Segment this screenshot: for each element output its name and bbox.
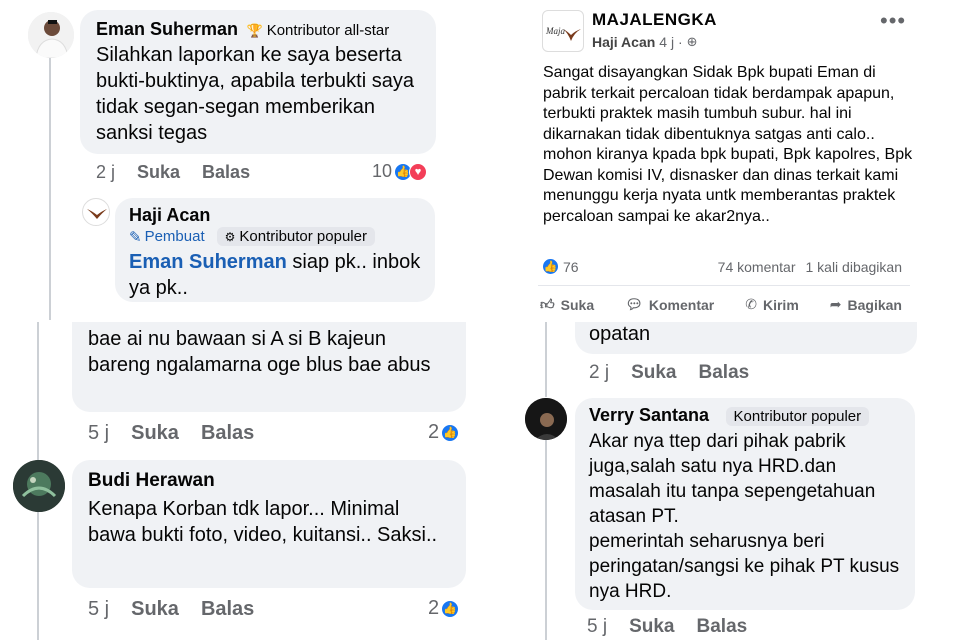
- share-arrow-icon: ➦: [829, 296, 842, 312]
- post-actions: 👍︎ Suka 💬︎ Komentar ✆ Kirim ➦ Bagikan: [540, 296, 902, 313]
- share-action-label: Bagikan: [847, 296, 902, 313]
- thread-line: [49, 58, 51, 320]
- like-action-button[interactable]: 👍︎ Suka: [540, 296, 594, 313]
- comment-bubble: bae ai nu bawaan si A si B kajeun bareng…: [72, 322, 466, 412]
- comment-action-label: Komentar: [648, 296, 715, 313]
- more-options-icon[interactable]: •••: [880, 8, 906, 34]
- reply-text: Eman Suherman siap pk.. inbok ya pk..: [129, 249, 421, 301]
- reaction-summary[interactable]: 2 👍: [428, 597, 460, 620]
- like-button[interactable]: Suka: [131, 598, 179, 621]
- share-count[interactable]: 1 kali dibagikan: [805, 259, 902, 275]
- reply-bubble: Haji Acan ✎ Pembuat ⚙ Kontributor popule…: [115, 198, 435, 302]
- creator-badge: ✎ Pembuat: [129, 227, 205, 246]
- reaction-summary[interactable]: 10 👍 ♥: [372, 161, 428, 182]
- comment-text: Kenapa Korban tdk lapor... Minimal bawa …: [88, 498, 438, 546]
- comment-action-button[interactable]: 💬︎ Komentar: [625, 296, 714, 313]
- like-button[interactable]: Suka: [131, 422, 179, 445]
- comment-meta: 5 j Suka Balas: [587, 616, 747, 638]
- heart-icon: ♥: [409, 162, 428, 181]
- logo-text: Maja: [546, 26, 565, 36]
- post-body: Sangat disayangkan Sidak Bpk bupati Eman…: [543, 64, 913, 225]
- panel-bottom-right: opatan 2 j Suka Balas Verry Santana Kont…: [500, 322, 960, 640]
- pencil-icon: ✎: [129, 228, 142, 246]
- avatar-eman-suherman[interactable]: [28, 12, 74, 58]
- comment-author[interactable]: Eman Suherman: [96, 19, 238, 39]
- avatar-haji-acan[interactable]: [82, 198, 110, 226]
- panel-post: Maja MAJALENGKA Haji Acan 4 j · ⊕ ••• Sa…: [530, 0, 960, 322]
- comment-meta: 5 j Suka Balas: [88, 598, 254, 621]
- comment-bubble: opatan: [575, 322, 917, 354]
- badge-label: Kontributor populer: [239, 228, 367, 245]
- like-count: 76: [563, 258, 579, 275]
- contributor-badge: ⚙ Kontributor populer: [216, 227, 375, 246]
- reply-button[interactable]: Balas: [201, 598, 254, 621]
- like-icon: 👍: [441, 599, 460, 618]
- reaction-count: 2: [428, 597, 440, 619]
- like-icon: 👍: [542, 258, 559, 275]
- thread-line: [545, 440, 547, 640]
- thread-line: [545, 322, 547, 397]
- post-header: MAJALENGKA Haji Acan 4 j · ⊕: [592, 10, 717, 50]
- like-button[interactable]: Suka: [137, 162, 180, 183]
- reaction-count: 10: [372, 161, 393, 181]
- contributor-badge: 🏆 Kontributor all-star: [247, 22, 390, 39]
- panel-bottom-left: bae ai nu bawaan si A si B kajeun bareng…: [0, 322, 480, 640]
- comment-time[interactable]: 5 j: [587, 616, 607, 638]
- comment-bubble: Verry Santana Kontributor populer Akar n…: [575, 398, 915, 610]
- trophy-icon: 🏆: [246, 22, 263, 38]
- send-action-label: Kirim: [762, 296, 799, 313]
- avatar-verry-santana[interactable]: [525, 398, 567, 440]
- comment-text-2: pemerintah seharusnya beri peringatan/sa…: [589, 531, 900, 603]
- comment-bubble-icon: 💬︎: [625, 296, 643, 312]
- globe-icon: ⊕: [686, 34, 698, 49]
- comment-meta: 5 j Suka Balas: [88, 422, 254, 445]
- panel-top-left: Eman Suherman 🏆 Kontributor all-star Sil…: [0, 0, 470, 322]
- post-author[interactable]: Haji Acan: [592, 34, 655, 50]
- post-subline: Haji Acan 4 j · ⊕: [592, 34, 717, 50]
- page-logo[interactable]: Maja: [542, 10, 584, 52]
- reply-button[interactable]: Balas: [201, 422, 254, 445]
- like-button[interactable]: Suka: [631, 362, 676, 384]
- comment-text: Akar nya ttep dari pihak pabrik juga,sal…: [589, 431, 876, 528]
- reaction-summary[interactable]: 2 👍: [428, 421, 460, 444]
- messenger-icon: ✆: [745, 296, 757, 312]
- post-time[interactable]: 4 j ·: [659, 34, 682, 50]
- comment-time[interactable]: 2 j: [96, 162, 115, 183]
- avatar-budi-herawan[interactable]: [13, 460, 65, 512]
- medal-icon: ⚙: [224, 229, 236, 244]
- reply-button[interactable]: Balas: [697, 616, 748, 638]
- page-name[interactable]: MAJALENGKA: [592, 10, 717, 30]
- creator-badge-label: Pembuat: [144, 228, 205, 245]
- comment-author[interactable]: Budi Herawan: [88, 470, 450, 492]
- like-action-label: Suka: [560, 296, 595, 313]
- stats-divider: [538, 285, 910, 286]
- reply-author[interactable]: Haji Acan: [129, 205, 421, 226]
- mention-link[interactable]: Eman Suherman: [129, 251, 287, 273]
- thumbs-up-icon: 👍︎: [540, 296, 555, 312]
- comment-text: opatan: [589, 323, 651, 345]
- post-stats: 👍 76 74 komentar 1 kali dibagikan: [542, 258, 902, 275]
- comment-meta: 2 j Suka Balas: [96, 162, 250, 183]
- comment-text: bae ai nu bawaan si A si B kajeun bareng…: [88, 328, 431, 376]
- contributor-badge: Kontributor populer: [725, 407, 870, 427]
- share-action-button[interactable]: ➦ Bagikan: [830, 296, 902, 313]
- comment-time[interactable]: 5 j: [88, 422, 109, 445]
- badge-label: Kontributor populer: [733, 408, 862, 426]
- comment-author[interactable]: Verry Santana: [589, 405, 709, 425]
- reply-button[interactable]: Balas: [699, 362, 750, 384]
- comment-bubble: Eman Suherman 🏆 Kontributor all-star Sil…: [80, 10, 436, 154]
- like-summary[interactable]: 👍 76: [542, 258, 579, 275]
- comment-bubble: Budi Herawan Kenapa Korban tdk lapor... …: [72, 460, 466, 588]
- badge-label: Kontributor all-star: [266, 22, 390, 40]
- comment-time[interactable]: 5 j: [88, 598, 109, 621]
- comment-time[interactable]: 2 j: [589, 362, 609, 384]
- reply-button[interactable]: Balas: [202, 162, 250, 183]
- reaction-count: 2: [428, 421, 440, 443]
- comment-text: Silahkan laporkan ke saya beserta bukti-…: [96, 44, 414, 144]
- comment-count[interactable]: 74 komentar: [718, 259, 796, 275]
- send-action-button[interactable]: ✆ Kirim: [745, 296, 799, 313]
- like-icon: 👍: [441, 423, 460, 442]
- like-button[interactable]: Suka: [629, 616, 674, 638]
- comment-meta: 2 j Suka Balas: [589, 362, 749, 384]
